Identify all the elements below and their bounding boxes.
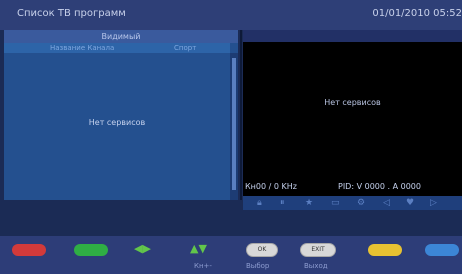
status-icon-strip: 🔒︎ ⏸︎ ★ ▭ ⚙ ◁ ♥ ▷ xyxy=(243,196,462,210)
yellow-button[interactable] xyxy=(368,244,402,256)
title-bar: Список ТВ программ 01/01/2010 05:52 xyxy=(0,0,462,30)
red-button[interactable] xyxy=(12,244,46,256)
pause-icon: ⏸︎ xyxy=(280,198,285,208)
channel-label: Кн+- xyxy=(194,262,212,270)
signal-info: Кн00 / 0 KHz PID: V 0000 . A 0000 xyxy=(243,182,462,194)
column-header: Название Канала Спорт xyxy=(4,43,230,53)
ok-button[interactable]: OK xyxy=(246,243,278,257)
clock: 01/01/2010 05:52 xyxy=(372,8,462,19)
preview-panel: Нет сервисов Кн00 / 0 KHz PID: V 0000 . … xyxy=(243,30,462,210)
divider xyxy=(240,30,242,200)
channel-list-panel: Видимый Название Канала Спорт Нет сервис… xyxy=(4,30,238,200)
heart-icon: ♥ xyxy=(406,198,415,208)
tv-icon: ▭ xyxy=(331,198,340,208)
favorite-icon: ★ xyxy=(305,198,314,208)
preview-empty-message: Нет сервисов xyxy=(324,98,381,107)
column-category: Спорт xyxy=(174,44,197,52)
select-label: Выбор xyxy=(246,262,270,270)
exit-button[interactable]: EXIT xyxy=(300,243,336,257)
column-channel-name: Название Канала xyxy=(50,44,115,52)
pid-info: PID: V 0000 . A 0000 xyxy=(338,182,421,191)
empty-list-message: Нет сервисов xyxy=(88,118,146,127)
gear-icon: ⚙ xyxy=(357,198,366,208)
exit-label: Выход xyxy=(304,262,328,270)
preview-header xyxy=(243,30,462,42)
blue-button[interactable] xyxy=(425,244,459,256)
play-icon: ▷ xyxy=(430,198,437,208)
list-header: Видимый xyxy=(4,30,238,43)
frequency: Кн00 / 0 KHz xyxy=(245,182,297,191)
rewind-icon: ◁ xyxy=(383,198,390,208)
scrollbar[interactable] xyxy=(230,53,238,200)
scroll-thumb[interactable] xyxy=(232,58,236,190)
left-right-arrows-icon[interactable]: ◀▶ xyxy=(134,242,151,255)
lock-icon: 🔒︎ xyxy=(257,198,262,208)
up-down-arrows-icon[interactable]: ▲▼ xyxy=(190,242,207,255)
green-button[interactable] xyxy=(74,244,108,256)
button-hints-bar: ◀▶ ▲▼ OK EXIT Кн+- Выбор Выход xyxy=(0,236,462,274)
page-title: Список ТВ программ xyxy=(17,8,126,19)
